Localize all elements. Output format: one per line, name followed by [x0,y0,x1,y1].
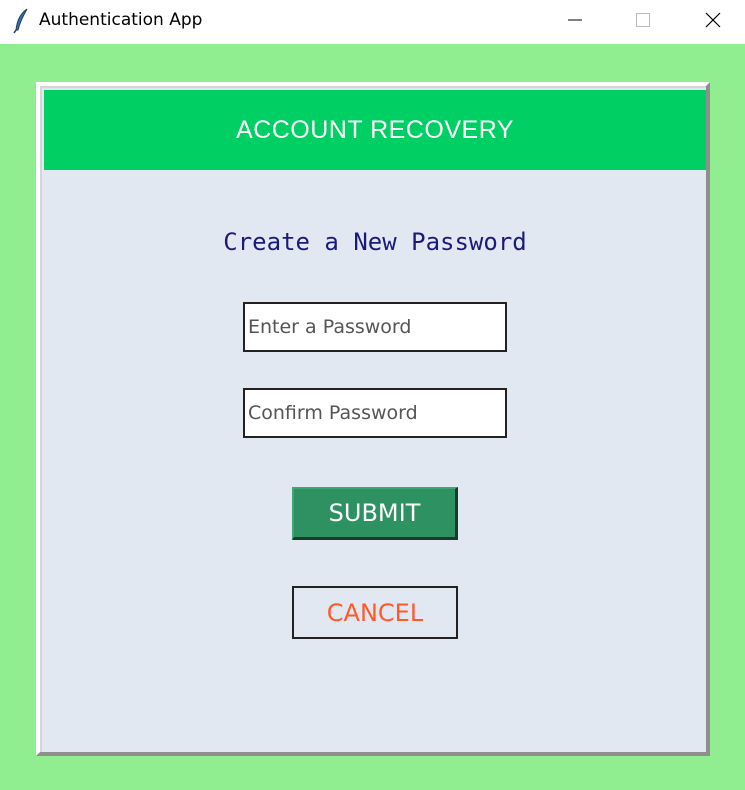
maximize-icon [635,12,651,32]
header-bar: ACCOUNT RECOVERY [44,90,706,170]
close-button[interactable] [678,0,745,44]
minimize-button[interactable] [540,0,610,44]
password-input[interactable] [243,302,507,352]
window-titlebar: Authentication App [0,0,745,44]
submit-button[interactable]: SUBMIT [292,487,458,540]
panel-inner: ACCOUNT RECOVERY Create a New Password S… [40,86,706,752]
confirm-password-input[interactable] [243,388,507,438]
form-subtitle: Create a New Password [223,228,527,256]
cancel-button[interactable]: CANCEL [292,586,458,639]
feather-icon [12,8,32,34]
window-title: Authentication App [39,10,203,30]
maximize-button[interactable] [608,0,678,44]
recovery-panel: ACCOUNT RECOVERY Create a New Password S… [36,82,710,756]
close-icon [705,12,721,32]
page-title: ACCOUNT RECOVERY [236,115,514,144]
minimize-icon [567,12,583,32]
